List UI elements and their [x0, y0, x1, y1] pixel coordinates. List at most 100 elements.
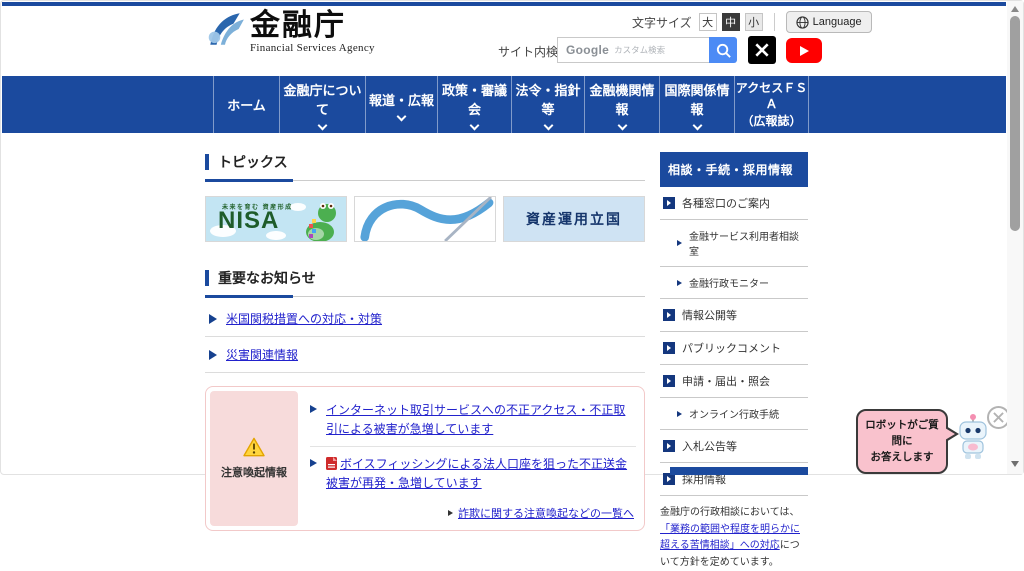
- google-watermark: Google: [566, 43, 609, 57]
- font-size-label: 文字サイズ: [632, 14, 692, 31]
- sidebar-item-online-procedures[interactable]: オンライン行政手続: [660, 398, 808, 430]
- sidebar-item-applications-inquiries[interactable]: 申請・届出・照会: [660, 365, 808, 398]
- custom-search-watermark: カスタム検索: [614, 44, 665, 56]
- square-arrow-icon: [663, 197, 675, 209]
- sidebar-item-user-consultation-office[interactable]: 金融サービス利用者相談室: [660, 220, 808, 267]
- chatbot-robot-icon[interactable]: [956, 413, 990, 465]
- alert-row: ボイスフィッシングによる法人口座を狙った不正送金被害が再発・急増しています: [310, 446, 636, 500]
- alert-link-voice-phishing[interactable]: ボイスフィッシングによる法人口座を狙った不正送金被害が再発・急増しています: [326, 455, 636, 492]
- chevron-down-icon: [318, 121, 328, 131]
- sidebar-item-information-disclosure[interactable]: 情報公開等: [660, 299, 808, 332]
- nav-policy-councils[interactable]: 政策・審議会: [437, 76, 511, 133]
- sidebar-item-bid-announcements[interactable]: 入札公告等: [660, 430, 808, 463]
- top-accent-bar: [2, 2, 1006, 6]
- heading-accent-bar: [205, 270, 209, 286]
- scroll-up-arrow-icon[interactable]: [1011, 6, 1019, 12]
- alert-label-panel: 注意喚起情報: [210, 391, 298, 526]
- warning-icon: [243, 437, 265, 457]
- arrow-right-icon: [310, 459, 317, 467]
- alert-more-row: 詐欺に関する注意喚起などの一覧へ: [310, 500, 636, 524]
- swoosh-decoration: [355, 197, 495, 241]
- alert-box: 注意喚起情報 インターネット取引サービスへの不正アクセス・不正取引による被害が急…: [205, 386, 645, 531]
- logo-text: 金融庁 Financial Services Agency: [250, 9, 375, 54]
- notices-heading: 重要なお知らせ: [205, 268, 645, 288]
- arrow-right-icon: [677, 411, 682, 417]
- nav-access-fsa[interactable]: アクセスＦＳＡ （広報誌）: [734, 76, 808, 133]
- x-icon: [754, 42, 770, 58]
- important-notices-section: 重要なお知らせ 米国関税措置への対応・対策 災害関連情報: [205, 268, 645, 373]
- x-social-button[interactable]: [748, 36, 776, 64]
- scrollbar-thumb[interactable]: [1010, 16, 1020, 231]
- heading-rule: [205, 180, 645, 181]
- sidebar-footer-note: 金融庁の行政相談においては、「業務の範囲や程度を明らかに超える苦情相談」への対応…: [660, 505, 808, 571]
- font-size-medium-button[interactable]: 中: [722, 13, 740, 31]
- banner-asset-management[interactable]: 資産運用立国: [503, 196, 645, 242]
- sidebar: 相談・手続・採用情報 各種窓口のご案内 金融サービス利用者相談室 金融行政モニタ…: [660, 152, 808, 571]
- nav-laws-guidelines[interactable]: 法令・指針等: [511, 76, 584, 133]
- notice-link-us-tariffs[interactable]: 米国関税措置への対応・対策: [226, 310, 382, 327]
- banner-financial-policy[interactable]: 金融行政方針: [354, 196, 496, 242]
- banner-nisa[interactable]: 未来を育む 資産形成 NISA: [205, 196, 347, 242]
- global-nav: ホーム 金融庁について 報道・広報 政策・審議会 法令・指針等 金融機関情報: [2, 76, 1006, 133]
- search-icon: [715, 42, 732, 59]
- nav-home[interactable]: ホーム: [213, 76, 279, 133]
- fsa-logo-icon: [204, 9, 246, 51]
- close-icon: [993, 412, 1004, 423]
- youtube-play-icon: [800, 46, 809, 56]
- youtube-button[interactable]: [786, 38, 822, 63]
- nav-international[interactable]: 国際関係情報: [659, 76, 734, 133]
- alert-link-unauthorized-access[interactable]: インターネット取引サービスへの不正アクセス・不正取引による被害が急増しています: [326, 401, 636, 438]
- main-content: トピックス 未来を育む 資産形成 NISA: [205, 152, 645, 531]
- site-logo[interactable]: 金融庁 Financial Services Agency: [204, 9, 375, 54]
- font-size-large-button[interactable]: 大: [699, 13, 717, 31]
- font-size-controls: 文字サイズ 大 中 小 Language: [632, 11, 872, 33]
- alert-items: インターネット取引サービスへの不正アクセス・不正取引による被害が急増しています …: [298, 391, 640, 526]
- notice-row: 災害関連情報: [205, 337, 645, 373]
- asset-banner-title: 資産運用立国: [526, 209, 622, 229]
- fsa-homepage: 金融庁 Financial Services Agency 文字サイズ 大 中 …: [0, 0, 1024, 475]
- arrow-right-icon: [310, 405, 317, 413]
- sidebar-item-administration-monitor[interactable]: 金融行政モニター: [660, 267, 808, 299]
- square-arrow-icon: [663, 309, 675, 321]
- chatbot-speech-bubble[interactable]: ロボットがご質問に お答えします: [856, 409, 948, 474]
- nisa-title: NISA: [218, 207, 279, 235]
- notice-row: 米国関税措置への対応・対策: [205, 301, 645, 337]
- sidebar-heading[interactable]: 相談・手続・採用情報: [660, 152, 808, 187]
- topics-heading: トピックス: [205, 152, 645, 172]
- chevron-down-icon: [397, 111, 407, 121]
- arrow-right-icon: [209, 350, 217, 360]
- search-button[interactable]: [709, 37, 737, 63]
- crocodile-mascot-icon: [298, 201, 344, 242]
- chevron-down-icon: [543, 121, 553, 131]
- heading-accent-bar: [205, 154, 209, 170]
- search-input[interactable]: Google カスタム検索: [557, 37, 709, 63]
- vertical-scrollbar[interactable]: [1007, 1, 1023, 474]
- site-subtitle: Financial Services Agency: [250, 42, 375, 54]
- chevron-down-icon: [617, 121, 627, 131]
- font-size-small-button[interactable]: 小: [745, 13, 763, 31]
- global-nav-items: ホーム 金融庁について 報道・広報 政策・審議会 法令・指針等 金融機関情報: [213, 76, 809, 133]
- globe-icon: [796, 16, 809, 29]
- sidebar-bottom-bar: [670, 467, 808, 475]
- notice-link-disaster-info[interactable]: 災害関連情報: [226, 346, 298, 363]
- nav-financial-institutions[interactable]: 金融機関情報: [584, 76, 659, 133]
- square-arrow-icon: [663, 375, 675, 387]
- nav-about-fsa[interactable]: 金融庁について: [279, 76, 365, 133]
- alert-label: 注意喚起情報: [221, 464, 287, 480]
- fraud-alert-list-link[interactable]: 詐欺に関する注意喚起などの一覧へ: [458, 505, 634, 521]
- sidebar-item-public-comment[interactable]: パブリックコメント: [660, 332, 808, 365]
- language-label: Language: [813, 16, 862, 28]
- policy-banner-title: 金融行政方針: [495, 212, 496, 231]
- arrow-right-icon: [209, 314, 217, 324]
- square-arrow-icon: [663, 440, 675, 452]
- heading-rule: [205, 296, 645, 297]
- notice-list: 米国関税措置への対応・対策 災害関連情報: [205, 301, 645, 373]
- nav-press-pr[interactable]: 報道・広報: [365, 76, 437, 133]
- chevron-down-icon: [692, 121, 702, 131]
- scroll-down-arrow-icon[interactable]: [1011, 461, 1019, 467]
- sidebar-item-contact-points[interactable]: 各種窓口のご案内: [660, 187, 808, 220]
- language-button[interactable]: Language: [786, 11, 872, 33]
- pdf-icon: [326, 457, 337, 470]
- arrow-right-icon: [677, 240, 682, 246]
- arrow-right-icon: [677, 280, 682, 286]
